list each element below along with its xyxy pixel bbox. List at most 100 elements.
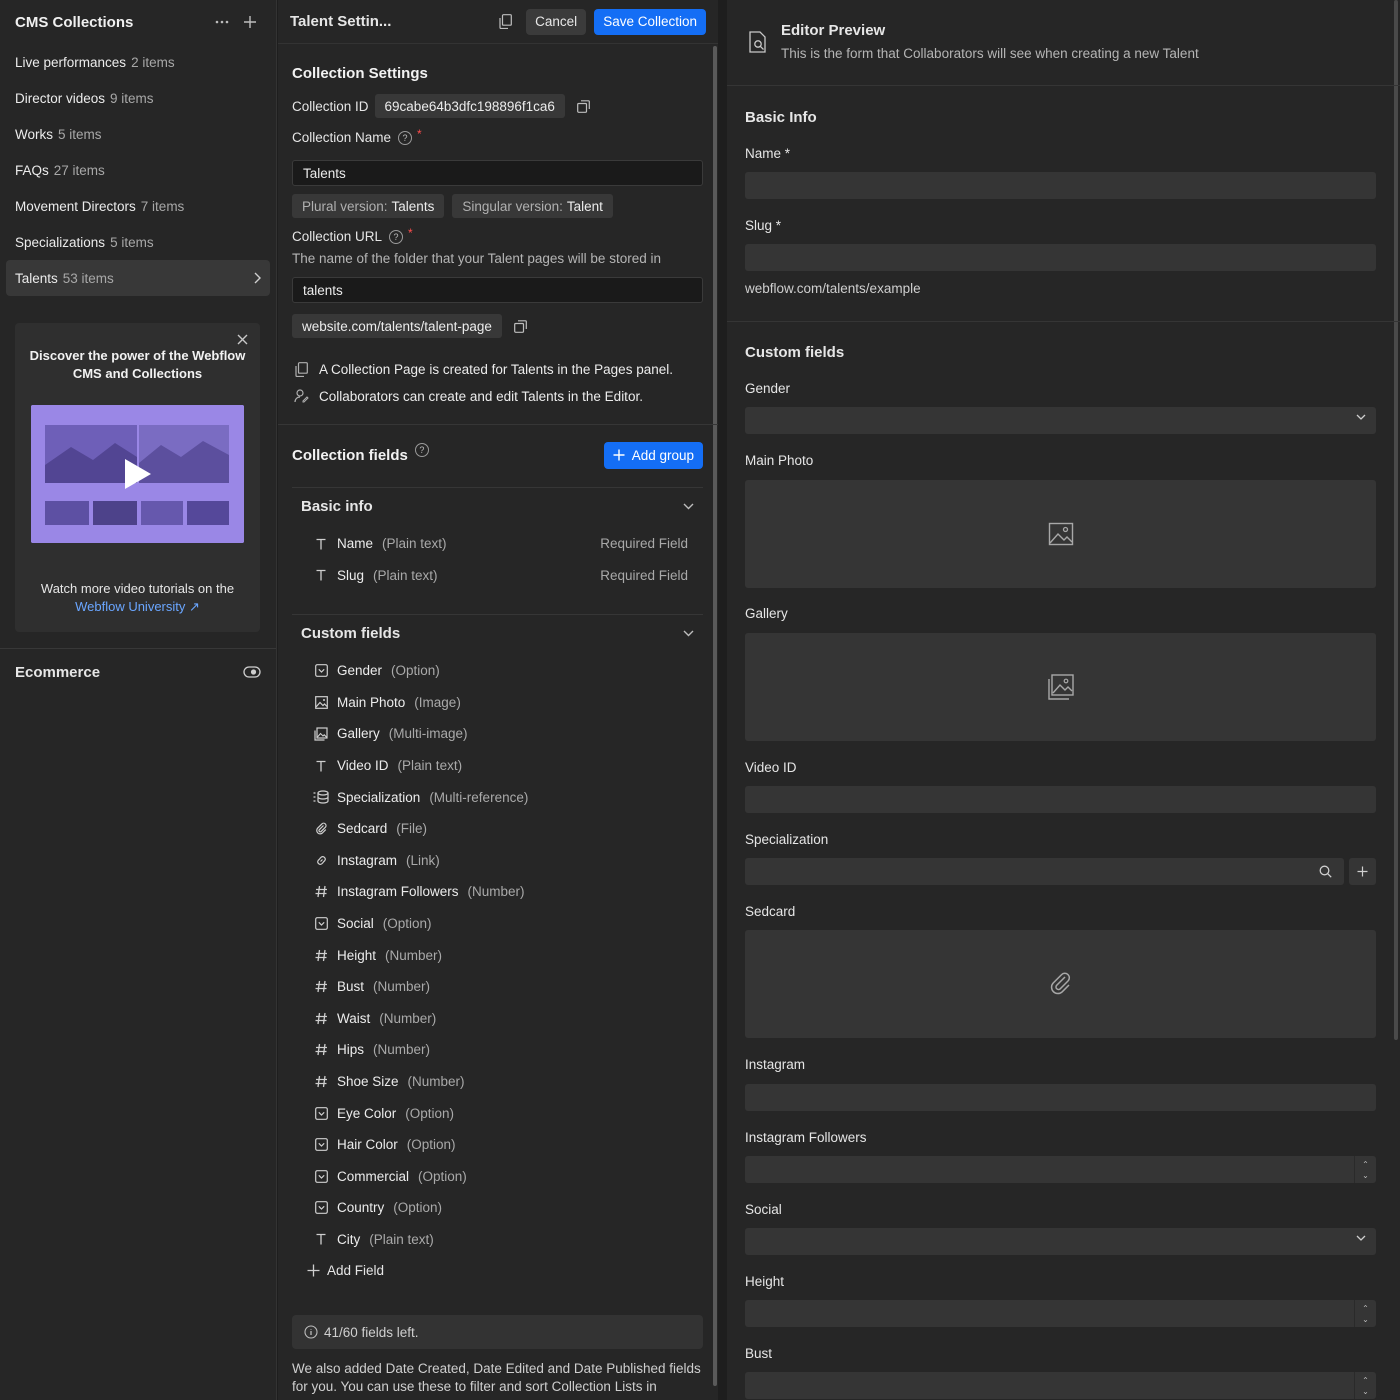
save-collection-button[interactable]: Save Collection	[594, 8, 706, 35]
help-icon[interactable]: ?	[414, 443, 429, 457]
option-icon	[313, 1106, 329, 1120]
search-icon[interactable]	[1319, 865, 1332, 878]
field-row[interactable]: City (Plain text)	[313, 1224, 688, 1256]
chevron-down-icon	[1356, 1235, 1366, 1241]
preview-gallery-upload[interactable]	[745, 633, 1376, 741]
field-row[interactable]: Waist (Number)	[313, 1003, 688, 1035]
promo-video-thumbnail[interactable]	[31, 405, 244, 543]
plural-version-chip[interactable]: Plural version: Talents	[292, 194, 445, 218]
field-row[interactable]: Hair Color (Option)	[313, 1129, 688, 1161]
collection-url-label-row: Collection URL ? *	[292, 226, 413, 245]
collection-item[interactable]: Works 5 items	[6, 116, 270, 152]
custom-fields-group-header[interactable]: Custom fields	[301, 621, 694, 645]
preview-instagram-input[interactable]	[745, 1084, 1376, 1111]
field-type: (Plain text)	[373, 567, 438, 583]
field-row[interactable]: Height (Number)	[313, 939, 688, 971]
add-field-button[interactable]: Add Field	[307, 1263, 384, 1278]
chevron-down-icon[interactable]	[683, 503, 694, 510]
field-row[interactable]: Shoe Size (Number)	[313, 1066, 688, 1098]
field-type: (Option)	[406, 1137, 456, 1153]
field-type: (Number)	[467, 884, 525, 900]
field-row[interactable]: Specialization (Multi-reference)	[313, 781, 688, 813]
more-options-icon[interactable]	[211, 11, 233, 33]
collection-url-input[interactable]: talents	[292, 277, 703, 303]
field-type: (Image)	[414, 694, 461, 710]
basic-info-group-header[interactable]: Basic info	[301, 494, 694, 518]
collection-name: Talents	[15, 270, 58, 286]
field-row[interactable]: Commercial (Option)	[313, 1161, 688, 1193]
preview-gender-select[interactable]	[745, 407, 1376, 434]
collection-name: Works	[15, 126, 54, 142]
ecommerce-label: Ecommerce	[15, 663, 101, 681]
preview-sedcard-upload[interactable]	[745, 930, 1376, 1038]
preview-scrollbar[interactable]	[1394, 0, 1398, 1040]
add-collection-icon[interactable]	[239, 11, 261, 33]
field-type: (Plain text)	[397, 758, 463, 774]
field-row[interactable]: Instagram Followers (Number)	[313, 876, 688, 908]
preview-video-id-input[interactable]	[745, 786, 1376, 813]
field-row[interactable]: Main Photo (Image)	[313, 687, 688, 719]
field-row[interactable]: Gallery (Multi-image)	[313, 718, 688, 750]
collection-item-active[interactable]: Talents 53 items	[6, 260, 270, 296]
number-stepper[interactable]: ⌃ ⌄	[1354, 1156, 1376, 1183]
field-type: (Multi-image)	[388, 726, 468, 742]
collection-name: Live performances	[15, 54, 127, 70]
ecommerce-row[interactable]: Ecommerce	[15, 660, 261, 684]
collection-item[interactable]: Movement Directors 7 items	[6, 188, 270, 224]
field-row[interactable]: Video ID (Plain text)	[313, 750, 688, 782]
preview-main-photo-upload[interactable]	[745, 480, 1376, 588]
plus-icon	[613, 449, 625, 461]
collection-item[interactable]: FAQs 27 items	[6, 152, 270, 188]
preview-video-id-label: Video ID	[745, 760, 797, 775]
preview-specialization-add-button[interactable]	[1349, 858, 1376, 885]
field-row[interactable]: Hips (Number)	[313, 1034, 688, 1066]
collection-item[interactable]: Director videos 9 items	[6, 80, 270, 116]
singular-version-chip[interactable]: Singular version: Talent	[452, 194, 613, 218]
preview-instagram-followers-input[interactable]: ⌃ ⌄	[745, 1156, 1376, 1183]
preview-height-input[interactable]: ⌃ ⌄	[745, 1300, 1376, 1327]
collection-fields-header: Collection fields ? Add group	[292, 441, 703, 469]
eye-icon[interactable]	[243, 666, 261, 678]
number-stepper[interactable]: ⌃ ⌄	[1354, 1372, 1376, 1399]
preview-specialization-search[interactable]	[745, 858, 1344, 885]
webflow-university-link[interactable]: Webflow University ↗	[21, 598, 254, 616]
collection-item[interactable]: Live performances 2 items	[6, 44, 270, 80]
field-type: (Link)	[406, 852, 440, 868]
collection-name-input[interactable]: Talents	[292, 160, 703, 186]
option-icon	[313, 1138, 329, 1152]
help-icon[interactable]: ?	[398, 130, 413, 145]
field-row[interactable]: Sedcard (File)	[313, 813, 688, 845]
preview-social-select[interactable]	[745, 1228, 1376, 1255]
promo-footer: Watch more video tutorials on the Webflo…	[21, 580, 254, 616]
preview-bust-input[interactable]: ⌃ ⌄	[745, 1372, 1376, 1399]
field-row[interactable]: Gender (Option)	[313, 655, 688, 687]
close-icon[interactable]	[237, 334, 248, 345]
copy-id-icon[interactable]	[577, 99, 590, 113]
field-row[interactable]: Social (Option)	[313, 908, 688, 940]
field-row[interactable]: Bust (Number)	[313, 971, 688, 1003]
document-search-icon	[749, 31, 767, 53]
field-type: (Option)	[393, 1200, 443, 1216]
chevron-up-icon: ⌃	[1362, 1159, 1369, 1169]
custom-fields-group-title: Custom fields	[301, 624, 401, 642]
copy-icon[interactable]	[499, 14, 513, 29]
preview-specialization-label: Specialization	[745, 832, 829, 847]
field-row[interactable]: Country (Option)	[313, 1192, 688, 1224]
preview-slug-input[interactable]	[745, 244, 1376, 271]
cancel-button[interactable]: Cancel	[526, 8, 587, 35]
settings-scrollbar[interactable]	[712, 46, 718, 1390]
add-group-button[interactable]: Add group	[603, 441, 703, 469]
field-row[interactable]: Slug (Plain text) Required Field	[313, 560, 688, 592]
collection-item[interactable]: Specializations 5 items	[6, 224, 270, 260]
field-row[interactable]: Instagram (Link)	[313, 845, 688, 877]
settings-header: Talent Settin... Cancel Save Collection	[278, 0, 718, 44]
copy-url-icon[interactable]	[513, 319, 527, 333]
help-icon[interactable]: ?	[389, 229, 404, 244]
collection-count: 9 items	[110, 90, 154, 106]
basic-fields-list: Name (Plain text) Required Field Slug (Plain…	[313, 528, 688, 591]
field-row[interactable]: Eye Color (Option)	[313, 1097, 688, 1129]
number-stepper[interactable]: ⌃ ⌄	[1354, 1300, 1376, 1327]
chevron-down-icon[interactable]	[683, 630, 694, 637]
preview-name-input[interactable]	[745, 172, 1376, 199]
field-row[interactable]: Name (Plain text) Required Field	[313, 528, 688, 560]
